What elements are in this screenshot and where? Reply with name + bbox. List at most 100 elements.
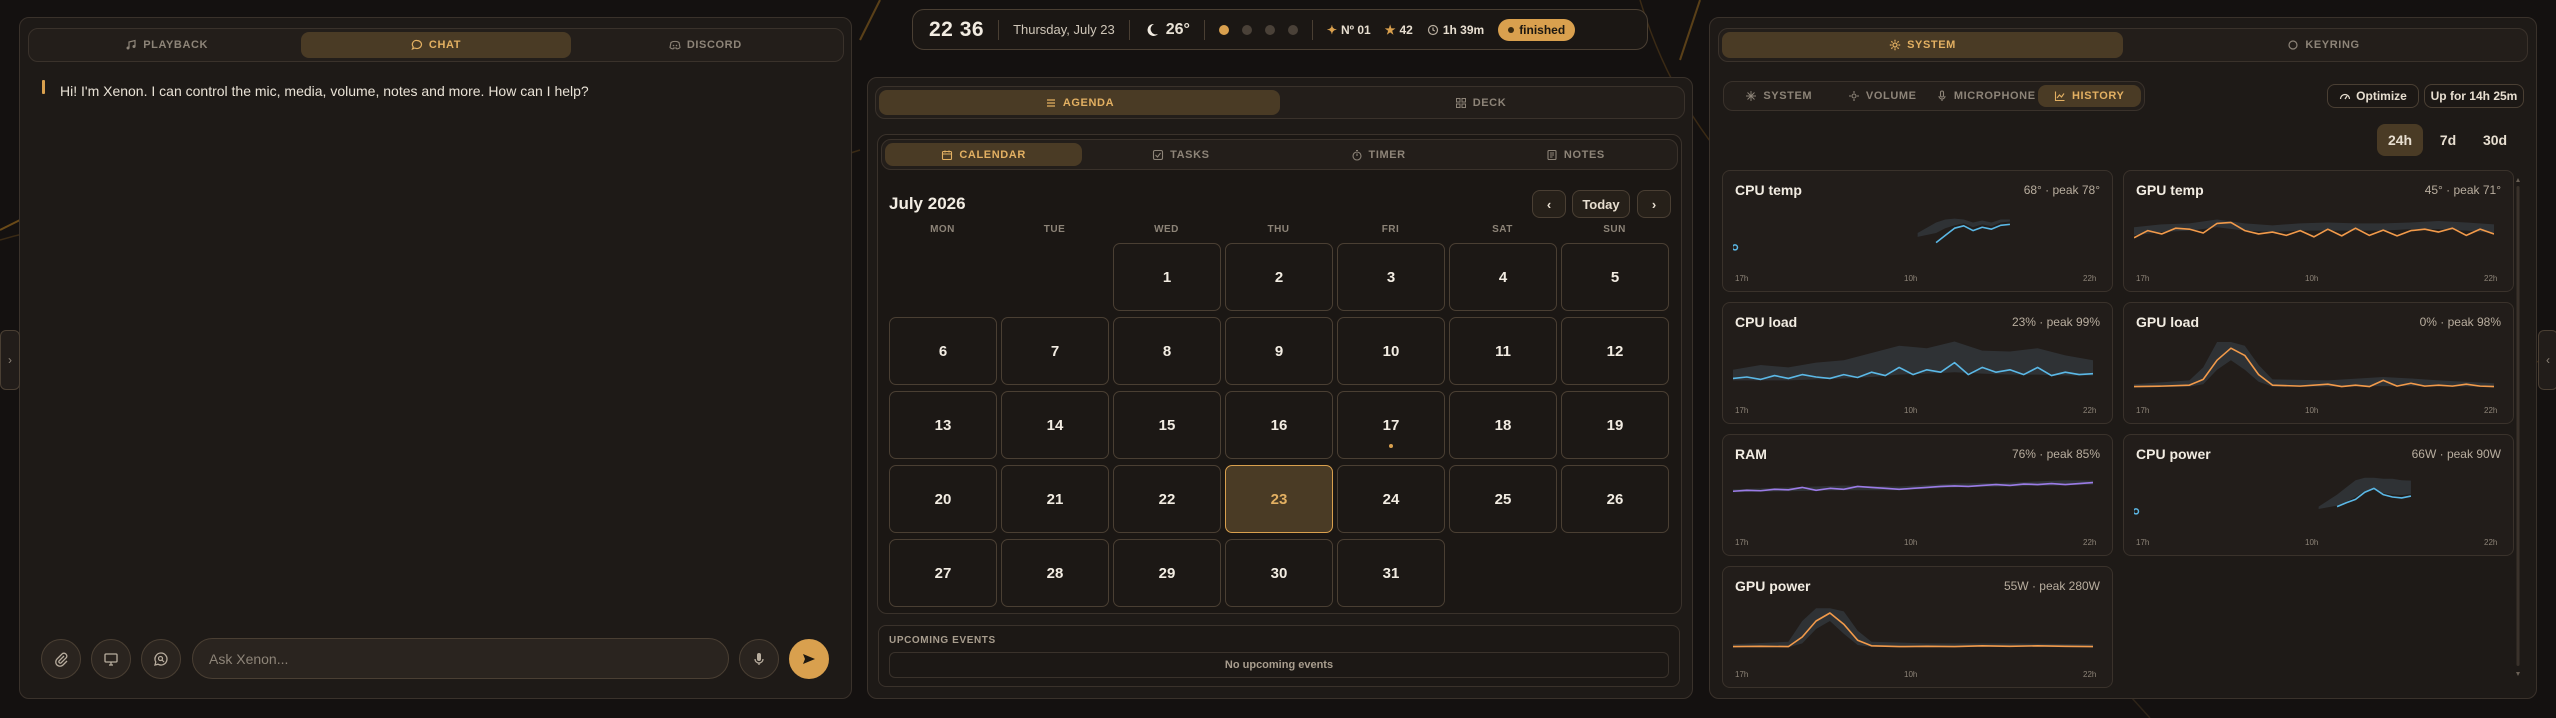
today-button[interactable]: Today: [1572, 190, 1630, 218]
calendar-day[interactable]: 24: [1337, 465, 1445, 533]
tab-keyring[interactable]: KEYRING: [2123, 32, 2524, 58]
chart-plot: [1733, 341, 2093, 381]
tab-notes[interactable]: NOTES: [1477, 143, 1674, 166]
right-drawer-toggle[interactable]: ‹: [2538, 330, 2556, 390]
calendar-day[interactable]: 16: [1225, 391, 1333, 459]
page-dot[interactable]: [1218, 24, 1229, 35]
calendar-day[interactable]: 17: [1337, 391, 1445, 459]
calendar-day[interactable]: 28: [1001, 539, 1109, 607]
screen-share-button[interactable]: [91, 639, 131, 679]
send-button[interactable]: [789, 639, 829, 679]
optimize-button[interactable]: Optimize: [2327, 84, 2419, 108]
search-chat-button[interactable]: [141, 639, 181, 679]
range-30d[interactable]: 30d: [2472, 124, 2518, 156]
day-number: 6: [938, 342, 948, 360]
stopwatch-icon: [1351, 149, 1363, 161]
tab-tasks[interactable]: TASKS: [1082, 143, 1279, 166]
chart-plot: [2134, 219, 2494, 239]
calendar-day[interactable]: 21: [1001, 465, 1109, 533]
tab-timer[interactable]: TIMER: [1280, 143, 1477, 166]
calendar-day[interactable]: 27: [889, 539, 997, 607]
calendar-day[interactable]: 1: [1113, 243, 1221, 311]
calendar-day[interactable]: 5: [1561, 243, 1669, 311]
history-chart-card[interactable]: RAM 76% · peak 85% 17h 10h 22h: [1722, 434, 2113, 556]
assistant-message-text: Hi! I'm Xenon. I can control the mic, me…: [60, 83, 589, 99]
calendar-day[interactable]: 7: [1001, 317, 1109, 385]
check-square-icon: [1152, 149, 1164, 161]
calendar-day[interactable]: 22: [1113, 465, 1221, 533]
status-badge[interactable]: finished: [1498, 18, 1576, 41]
history-chart-card[interactable]: CPU temp 68° · peak 78° 17h 10h 22h: [1722, 170, 2113, 292]
day-number: 11: [1495, 342, 1511, 360]
range-7d[interactable]: 7d: [2427, 124, 2469, 156]
next-month-button[interactable]: ›: [1637, 190, 1671, 218]
calendar-day[interactable]: 3: [1337, 243, 1445, 311]
page-dots[interactable]: [1218, 24, 1298, 35]
history-chart-card[interactable]: CPU load 23% · peak 99% 17h 10h 22h: [1722, 302, 2113, 424]
tab-discord[interactable]: DISCORD: [571, 32, 840, 58]
agenda-panel-tabs: AGENDA DECK: [875, 86, 1685, 119]
history-chart-card[interactable]: CPU power 66W · peak 90W 17h 10h 22h: [2123, 434, 2514, 556]
calendar-day[interactable]: 18: [1449, 391, 1557, 459]
calendar-day[interactable]: 31: [1337, 539, 1445, 607]
rank-stat: ✦ Nº 01: [1327, 23, 1371, 37]
calendar-day[interactable]: 13: [889, 391, 997, 459]
calendar-day[interactable]: 20: [889, 465, 997, 533]
attach-button[interactable]: [41, 639, 81, 679]
calendar-day[interactable]: 14: [1001, 391, 1109, 459]
prev-month-button[interactable]: ‹: [1532, 190, 1566, 218]
calendar-day[interactable]: 26: [1561, 465, 1669, 533]
calendar-day[interactable]: 9: [1225, 317, 1333, 385]
stars-label: 42: [1399, 22, 1413, 37]
chart-plot: [2134, 477, 2412, 515]
history-chart-card[interactable]: GPU temp 45° · peak 71° 17h 10h 22h: [2123, 170, 2514, 292]
chart-range-band: [2134, 341, 2494, 388]
page-dot[interactable]: [1264, 24, 1275, 35]
calendar-day[interactable]: 11: [1449, 317, 1557, 385]
event-indicator: [1389, 444, 1393, 448]
calendar-day[interactable]: 30: [1225, 539, 1333, 607]
calendar-day[interactable]: 19: [1561, 391, 1669, 459]
tab-system[interactable]: SYSTEM: [1722, 32, 2123, 58]
upcoming-events-header: UPCOMING EVENTS: [889, 635, 996, 646]
left-drawer-toggle[interactable]: ›: [0, 330, 20, 390]
tab-agenda[interactable]: AGENDA: [879, 90, 1280, 115]
page-dot[interactable]: [1241, 24, 1252, 35]
tab-chat[interactable]: CHAT: [301, 32, 571, 58]
tab-playback[interactable]: PLAYBACK: [32, 32, 301, 58]
tab-label: MICROPHONE: [1953, 90, 2036, 102]
chart-summary: 68° · peak 78°: [2023, 183, 2100, 197]
mic-icon: [751, 651, 767, 667]
chat-input[interactable]: [192, 638, 729, 679]
calendar-day[interactable]: 12: [1561, 317, 1669, 385]
calendar-day[interactable]: 25: [1449, 465, 1557, 533]
history-scrollbar[interactable]: [2516, 178, 2520, 676]
calendar-day[interactable]: 29: [1113, 539, 1221, 607]
mic-button[interactable]: [739, 639, 779, 679]
weather[interactable]: 26°: [1144, 21, 1190, 39]
tab-deck[interactable]: DECK: [1280, 90, 1681, 115]
subtab-volume[interactable]: VOLUME: [1831, 85, 1935, 107]
calendar-day-today[interactable]: 23: [1225, 465, 1333, 533]
calendar-day[interactable]: 4: [1449, 243, 1557, 311]
chart-point: [2134, 508, 2140, 515]
status-label: finished: [1519, 22, 1566, 37]
chart-x-tick: 10h: [2305, 274, 2319, 283]
subtab-history[interactable]: HISTORY: [2037, 85, 2141, 107]
tab-label: CHAT: [428, 39, 462, 51]
day-number: 8: [1162, 342, 1172, 360]
range-24h[interactable]: 24h: [2377, 124, 2423, 156]
calendar-day[interactable]: 8: [1113, 317, 1221, 385]
tab-label: PLAYBACK: [143, 39, 209, 51]
calendar-day[interactable]: 6: [889, 317, 997, 385]
calendar-day[interactable]: 2: [1225, 243, 1333, 311]
chart-x-tick: 17h: [2136, 274, 2150, 283]
calendar-day[interactable]: 10: [1337, 317, 1445, 385]
subtab-microphone[interactable]: MICROPHONE: [1934, 85, 2038, 107]
history-chart-card[interactable]: GPU load 0% · peak 98% 17h 10h 22h: [2123, 302, 2514, 424]
calendar-day[interactable]: 15: [1113, 391, 1221, 459]
page-dot[interactable]: [1287, 24, 1298, 35]
subtab-system[interactable]: SYSTEM: [1727, 85, 1831, 107]
history-chart-card[interactable]: GPU power 55W · peak 280W 17h 10h 22h: [1722, 566, 2113, 688]
tab-calendar[interactable]: CALENDAR: [885, 143, 1083, 166]
